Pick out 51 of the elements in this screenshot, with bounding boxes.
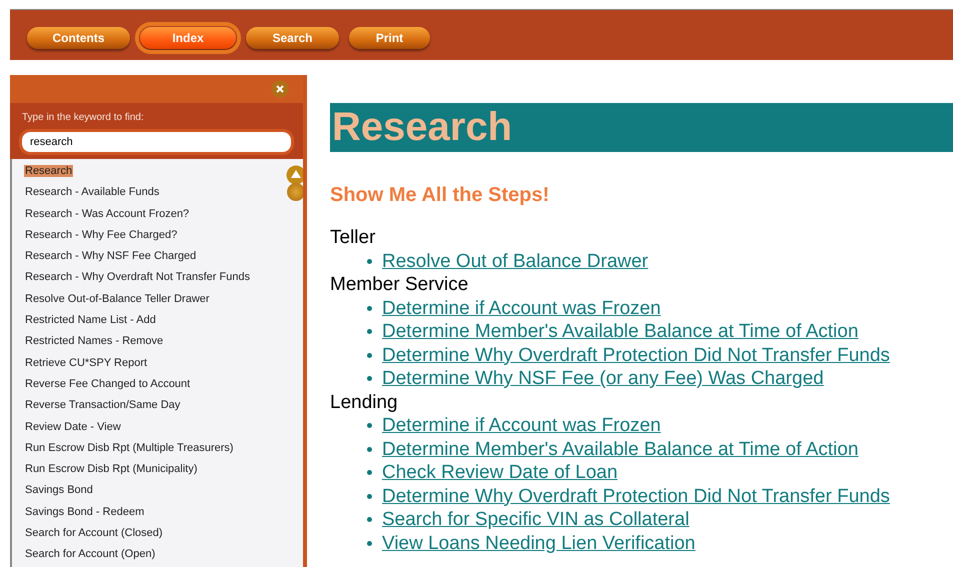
- section-heading: Teller: [330, 226, 376, 250]
- topic-link[interactable]: Check Review Date of Loan: [382, 461, 618, 484]
- topic-link[interactable]: Determine if Account was Frozen: [382, 296, 661, 320]
- index-entry[interactable]: Review Date - View: [24, 420, 122, 433]
- index-entry[interactable]: Restricted Name List - Add: [24, 314, 157, 326]
- keyword-label: Type in the keyword to find:: [22, 111, 145, 125]
- bullet-icon: [367, 470, 372, 476]
- index-entry[interactable]: Search for Account (Open): [24, 548, 156, 560]
- bullet-icon: [367, 517, 372, 522]
- topic-link[interactable]: Determine Why Overdraft Protection Did Not Transfer Funds: [382, 344, 890, 367]
- topic-link[interactable]: View Loans Needing Lien Verification: [382, 532, 696, 555]
- topic-link[interactable]: Determine Member's Available Balance at Time of Action: [382, 438, 858, 461]
- bullet-icon: [367, 423, 372, 428]
- scroll-up-icon[interactable]: [286, 165, 303, 185]
- page-title: Research: [330, 103, 953, 152]
- subtitle: Show Me All the Steps!: [330, 183, 550, 208]
- bullet-icon: [367, 352, 372, 358]
- index-entry[interactable]: Retrieve CU*SPY Report: [24, 356, 148, 369]
- keyword-field[interactable]: research: [22, 132, 291, 152]
- index-entry[interactable]: Research - Was Account Frozen?: [24, 208, 190, 220]
- bullet-icon: [367, 376, 372, 382]
- topic-link[interactable]: Resolve Out of Balance Drawer: [382, 250, 648, 273]
- bullet-icon: [367, 446, 372, 452]
- index-entry[interactable]: Research - Why Fee Charged?: [24, 228, 178, 241]
- index-entry[interactable]: Run Escrow Disb Rpt (Multiple Treasurers): [24, 442, 234, 454]
- index-entry[interactable]: Run Escrow Disb Rpt (Municipality): [24, 463, 198, 476]
- scroll-thumb[interactable]: [287, 183, 303, 201]
- topic-link[interactable]: Search for Specific VIN as Collateral: [382, 508, 690, 532]
- index-entry[interactable]: Resolve Out-of-Balance Teller Drawer: [24, 292, 210, 305]
- section-heading: Lending: [330, 390, 399, 414]
- topic-link[interactable]: Determine Member's Available Balance at Time of Action: [382, 320, 858, 344]
- index-entry[interactable]: Savings Bond: [24, 484, 94, 496]
- bullet-icon: [367, 494, 372, 499]
- close-icon[interactable]: [271, 80, 289, 98]
- index-entry[interactable]: Reverse Transaction/Same Day: [24, 399, 182, 412]
- bullet-icon: [367, 258, 372, 264]
- topic-link[interactable]: Determine Why NSF Fee (or any Fee) Was Charged: [382, 367, 824, 390]
- index-entry[interactable]: Restricted Names - Remove: [24, 335, 164, 348]
- index-entry[interactable]: Search for Account (Closed): [24, 527, 164, 540]
- topic-link[interactable]: Determine Why Overdraft Protection Did Not Transfer Funds: [382, 484, 890, 508]
- index-entry[interactable]: Savings Bond - Redeem: [24, 506, 146, 518]
- section-heading: Member Service: [330, 273, 470, 296]
- bullet-icon: [367, 329, 372, 334]
- index-entry[interactable]: Research: [24, 165, 74, 177]
- index-entry[interactable]: Research - Why Overdraft Not Transfer Funds: [24, 271, 251, 284]
- topic-link[interactable]: Determine if Account was Frozen: [382, 414, 661, 438]
- bullet-icon: [367, 540, 372, 546]
- index-entry[interactable]: Research - Why NSF Fee Charged: [24, 250, 198, 262]
- index-entry[interactable]: Reverse Fee Changed to Account: [24, 378, 192, 390]
- bullet-icon: [367, 306, 372, 311]
- index-entry[interactable]: Research - Available Funds: [24, 186, 160, 198]
